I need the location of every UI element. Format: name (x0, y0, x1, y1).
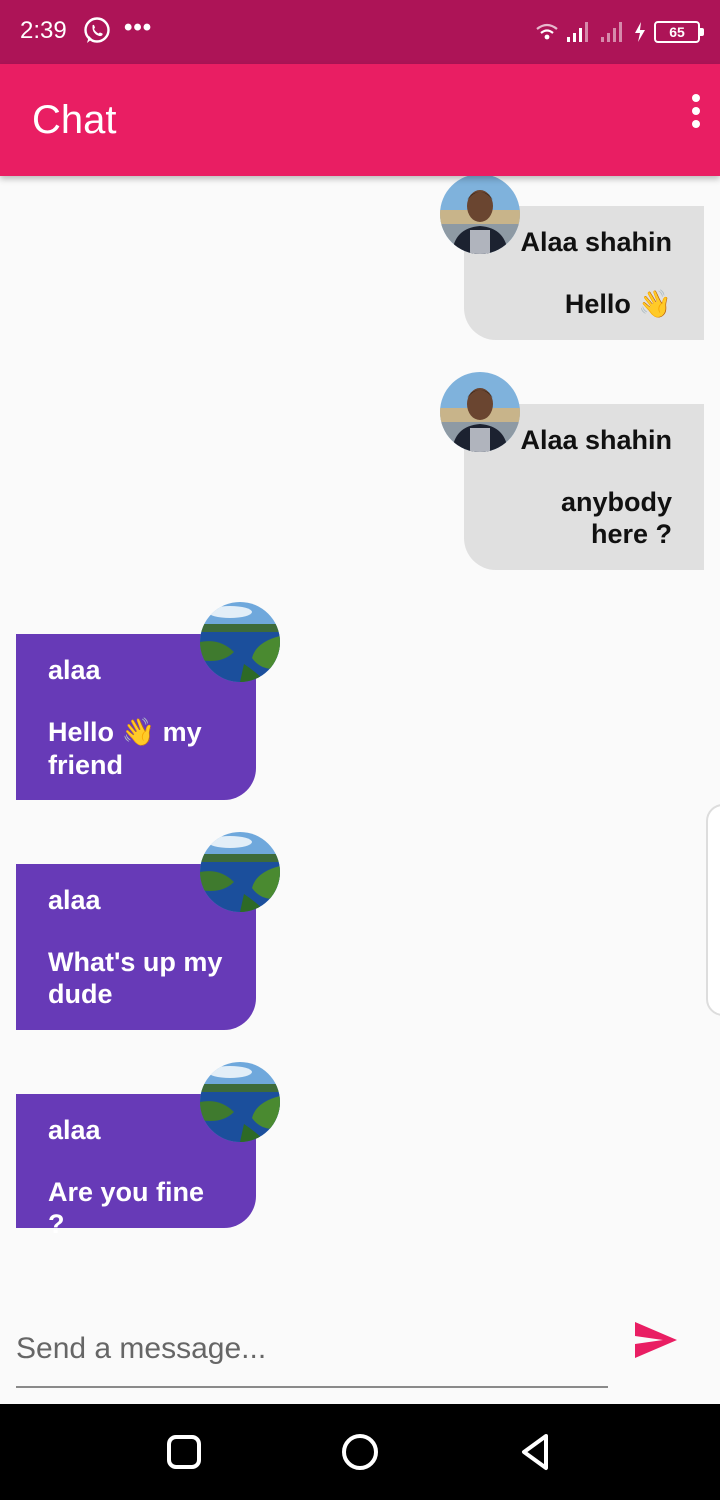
message-text: anybody here ? (560, 487, 672, 549)
wifi-icon (536, 23, 558, 40)
avatar[interactable] (200, 1062, 280, 1142)
message-input[interactable] (16, 1312, 608, 1388)
send-button[interactable] (628, 1316, 684, 1366)
avatar[interactable] (440, 372, 520, 452)
signal-icon (601, 22, 622, 42)
battery-icon: 65 (654, 21, 704, 43)
recents-icon[interactable] (164, 1432, 204, 1472)
message-sender: Alaa shahin (520, 425, 672, 455)
back-icon[interactable] (516, 1432, 556, 1472)
message-text: Are you fine ? (48, 1177, 205, 1239)
message-text: What's up my dude (48, 947, 223, 1009)
message-sender: Alaa shahin (520, 227, 672, 257)
status-time: 2:39 (20, 17, 67, 44)
send-icon (635, 1321, 677, 1358)
message-sender: alaa (48, 1115, 101, 1145)
home-icon[interactable] (340, 1432, 380, 1472)
avatar[interactable] (440, 174, 520, 254)
whatsapp-icon (84, 17, 110, 43)
message-sender: alaa (48, 655, 101, 685)
waving-hand-emoji: 👋 (638, 289, 672, 320)
app-bar: Chat (0, 64, 720, 176)
page-title: Chat (32, 98, 117, 142)
message-text: Hello 👋 my friend (48, 717, 202, 780)
message-list[interactable]: Alaa shahin Hello 👋 Alaa shahin anybody … (0, 174, 720, 1286)
avatar[interactable] (200, 602, 280, 682)
status-indicators: 65 (536, 18, 704, 46)
waving-hand-emoji: 👋 (121, 717, 156, 748)
message-sender: alaa (48, 885, 101, 915)
message-composer (0, 1290, 720, 1400)
charging-icon (635, 22, 645, 42)
scroll-handle[interactable] (706, 804, 720, 1016)
more-vert-icon[interactable] (688, 94, 704, 134)
signal-icon (567, 22, 588, 42)
status-bar: 2:39 ••• 65 (0, 0, 720, 64)
more-notifications-icon: ••• (124, 14, 153, 41)
avatar[interactable] (200, 832, 280, 912)
battery-level: 65 (669, 24, 685, 40)
system-nav-bar (0, 1404, 720, 1500)
message-text: Hello 👋 (564, 289, 672, 320)
